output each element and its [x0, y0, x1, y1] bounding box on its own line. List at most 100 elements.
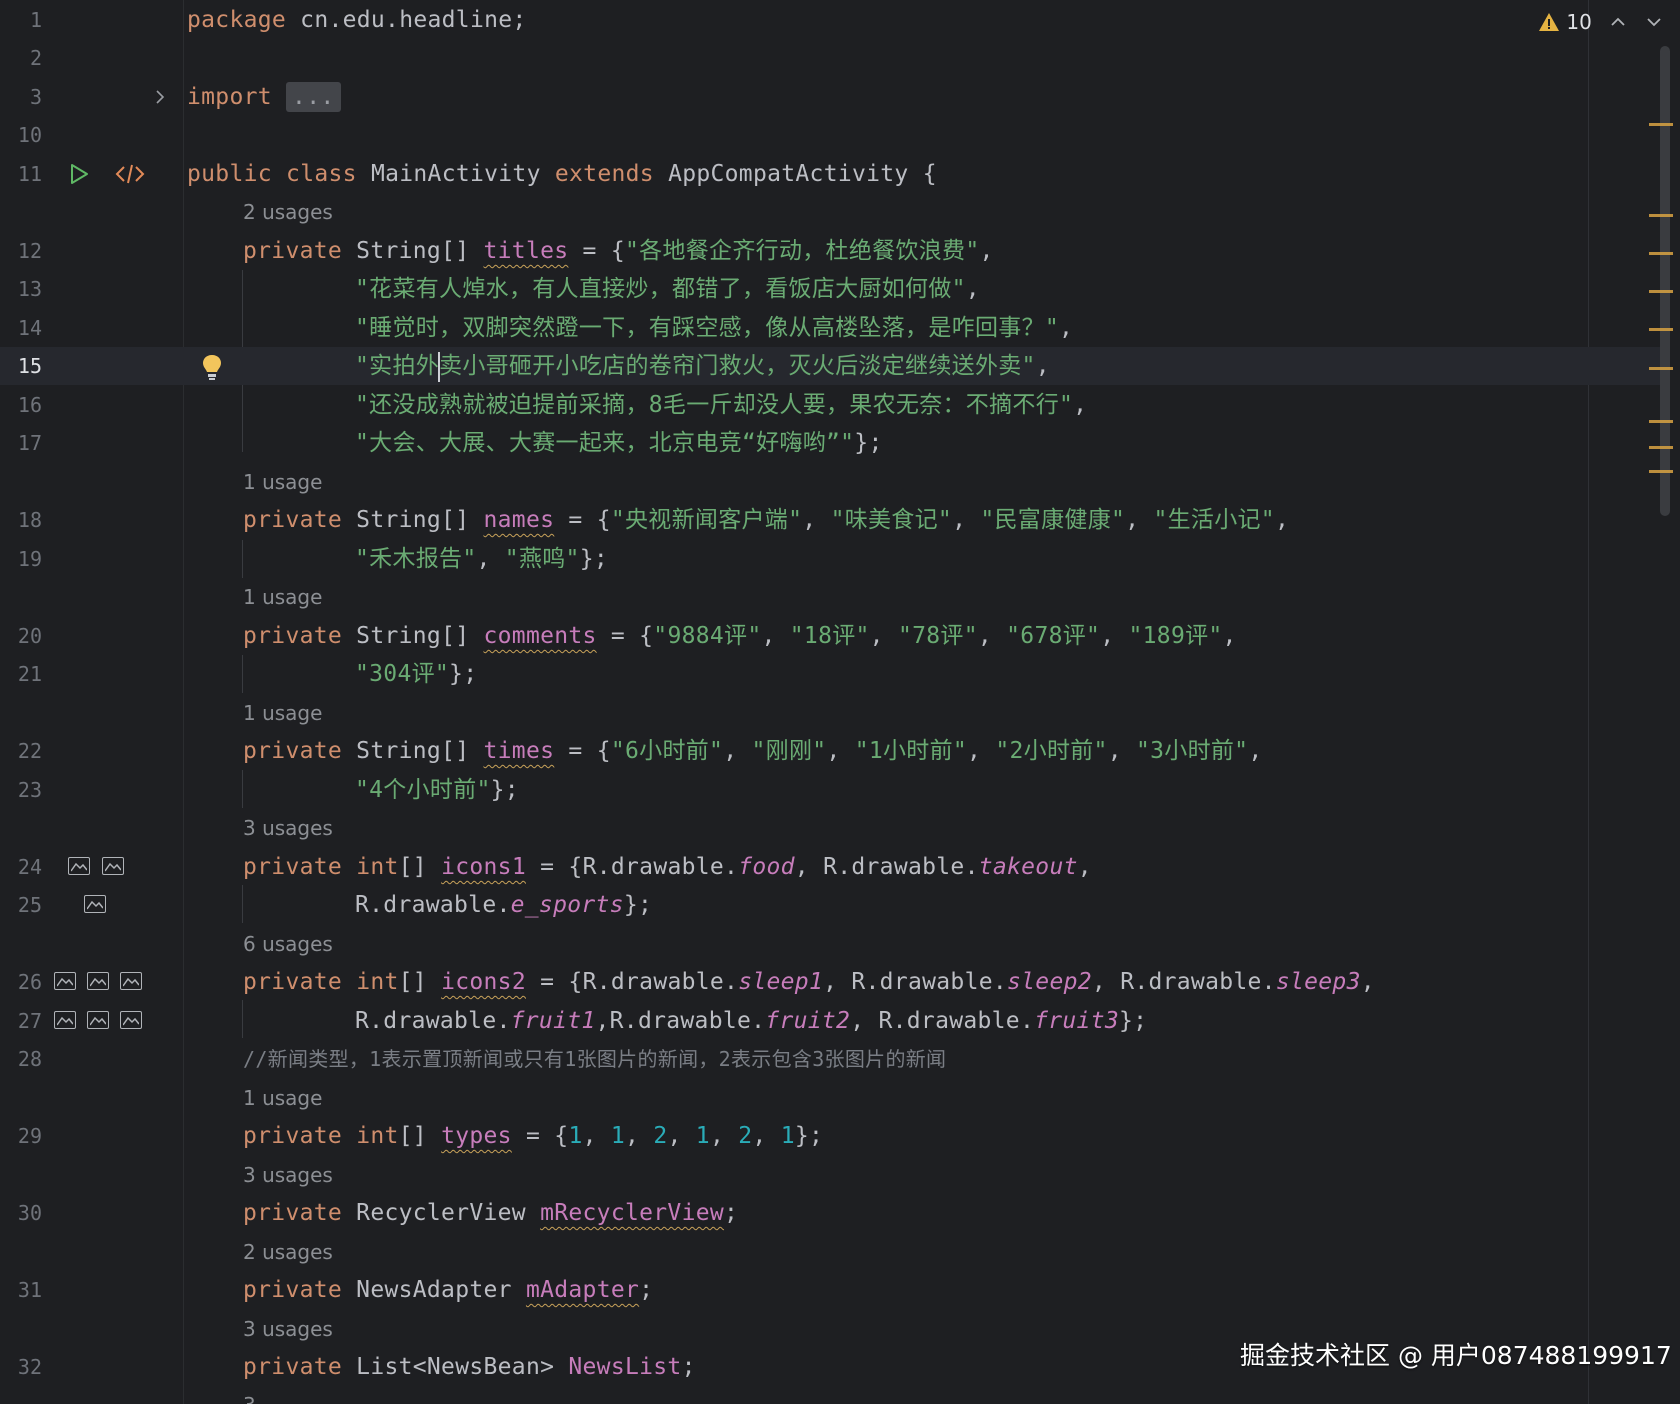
image-resource-icon[interactable] [102, 857, 124, 875]
code-text[interactable]: private String[] times = {"6小时前", "刚刚", … [243, 732, 1262, 770]
punct: }; [490, 777, 519, 803]
warning-marker[interactable] [1649, 214, 1673, 217]
code-line-current[interactable]: 15 "实拍外卖小哥砸开小吃店的卷帘门救火，灭火后淡定继续送外卖", [0, 347, 1660, 385]
static-field: sleep2 [1007, 969, 1092, 995]
code-text[interactable]: package cn.edu.headline; [187, 1, 527, 39]
lightbulb-icon[interactable] [201, 353, 223, 381]
warning-marker[interactable] [1649, 252, 1673, 255]
inspection-widget[interactable]: 10 [1538, 8, 1592, 36]
code-line[interactable]: 23 "4个小时前"}; [0, 771, 1660, 809]
code-text[interactable]: "304评"}; [355, 655, 477, 693]
image-resource-icon[interactable] [54, 972, 76, 990]
warning-marker[interactable] [1649, 328, 1673, 331]
chevron-down-icon[interactable] [1642, 10, 1666, 34]
image-resource-icon[interactable] [84, 895, 106, 913]
code-line[interactable]: 21 "304评"}; [0, 655, 1660, 693]
usage-hint[interactable]: 3 usages [243, 809, 333, 847]
code-text[interactable]: "4个小时前"}; [355, 771, 519, 809]
chevron-up-icon[interactable] [1606, 10, 1630, 34]
warning-marker[interactable] [1649, 420, 1673, 423]
image-resource-icon[interactable] [87, 1011, 109, 1029]
code-text[interactable]: R.drawable.fruit1,R.drawable.fruit2, R.d… [355, 1002, 1147, 1040]
code-text[interactable]: private int[] types = {1, 1, 2, 1, 2, 1}… [243, 1117, 823, 1155]
code-text[interactable]: private List<NewsBean> NewsList; [243, 1348, 696, 1386]
code-text[interactable]: private int[] icons2 = {R.drawable.sleep… [243, 963, 1375, 1001]
code-line[interactable]: 11 public class MainActivity extends App… [0, 155, 1660, 193]
code-editor[interactable]: 1 package cn.edu.headline; 2 3 import ..… [0, 0, 1680, 1404]
field-name: names [483, 507, 555, 533]
usage-hint[interactable]: 1 usage [243, 578, 322, 616]
code-text[interactable]: private String[] titles = {"各地餐企齐行动，杜绝餐饮… [243, 232, 994, 270]
code-line[interactable]: 24 private int[] icons1 = {R.drawable.fo… [0, 848, 1660, 886]
warning-marker[interactable] [1649, 123, 1673, 126]
image-resource-icon[interactable] [68, 857, 90, 875]
image-resource-icon[interactable] [54, 1011, 76, 1029]
line-number: 12 [17, 239, 42, 263]
code-text[interactable]: private String[] names = {"央视新闻客户端", "味美… [243, 501, 1289, 539]
code-line[interactable]: 19 "禾木报告", "燕鸣"}; [0, 540, 1660, 578]
code-text[interactable]: "花菜有人焯水，有人直接炒，都错了，看饭店大厨如何做", [355, 270, 980, 308]
warning-marker[interactable] [1649, 470, 1673, 473]
code-line[interactable]: 27 R.drawable.fruit1,R.drawable.fruit2, … [0, 1002, 1660, 1040]
warning-marker[interactable] [1649, 290, 1673, 293]
chevron-right-icon[interactable] [152, 89, 168, 105]
image-resource-icon[interactable] [120, 972, 142, 990]
code-line[interactable]: 13 "花菜有人焯水，有人直接炒，都错了，看饭店大厨如何做", [0, 270, 1660, 308]
code-text[interactable]: "大会、大展、大赛一起来，北京电竞“好嗨哟”"}; [355, 424, 883, 462]
run-icon[interactable] [67, 162, 91, 186]
usage-hint[interactable]: 1 usage [243, 463, 322, 501]
code-line[interactable]: 18 private String[] names = {"央视新闻客户端", … [0, 501, 1660, 539]
code-line[interactable]: 28 //新闻类型，1表示置顶新闻或只有1张图片的新闻，2表示包含3张图片的新闻 [0, 1040, 1660, 1078]
warning-marker[interactable] [1649, 367, 1673, 370]
code-line[interactable]: 16 "还没成熟就被迫提前采摘，8毛一斤却没人要，果农无奈：不摘不行", [0, 386, 1660, 424]
class-ref: ,R.drawable. [595, 1008, 766, 1034]
code-text[interactable]: private RecyclerView mRecyclerView; [243, 1194, 738, 1232]
usage-hint[interactable]: 1 usage [243, 1079, 322, 1117]
code-line[interactable]: 1 package cn.edu.headline; [0, 1, 1660, 39]
code-text[interactable]: public class MainActivity extends AppCom… [187, 155, 937, 193]
code-line[interactable]: 10 [0, 116, 1660, 154]
code-line[interactable]: 26 private int[] icons2 = {R.drawable.sl… [0, 963, 1660, 1001]
code-line[interactable]: 22 private String[] times = {"6小时前", "刚刚… [0, 732, 1660, 770]
usage-hint[interactable]: 1 usage [243, 694, 322, 732]
code-line[interactable]: 30 private RecyclerView mRecyclerView; [0, 1194, 1660, 1232]
punct: ; [639, 1277, 654, 1303]
string-literal: "78评" [897, 623, 978, 649]
image-resource-icon[interactable] [120, 1011, 142, 1029]
usage-hint[interactable]: 3 usages [243, 1156, 333, 1194]
string-literal: "678评" [1006, 623, 1101, 649]
code-text[interactable]: private int[] icons1 = {R.drawable.food,… [243, 848, 1092, 886]
warning-marker[interactable] [1649, 446, 1673, 449]
usage-hint[interactable]: 2 usages [243, 193, 333, 231]
usage-hint[interactable]: 3 [243, 1386, 256, 1404]
code-text[interactable]: R.drawable.e_sports}; [355, 886, 652, 924]
code-text[interactable]: "实拍外卖小哥砸开小吃店的卷帘门救火，灭火后淡定继续送外卖", [355, 347, 1050, 385]
code-line[interactable]: 3 import ... [0, 78, 1660, 116]
folded-imports[interactable]: ... [286, 82, 341, 112]
code-text[interactable]: "睡觉时，双脚突然蹬一下，有踩空感，像从高楼坠落，是咋回事？", [355, 309, 1073, 347]
line-number: 21 [17, 662, 42, 686]
code-text[interactable]: private NewsAdapter mAdapter; [243, 1271, 653, 1309]
code-line[interactable]: 2 [0, 39, 1660, 77]
code-line[interactable]: 31 private NewsAdapter mAdapter; [0, 1271, 1660, 1309]
code-line[interactable]: 29 private int[] types = {1, 1, 2, 1, 2,… [0, 1117, 1660, 1155]
line-number: 22 [17, 739, 42, 763]
code-line[interactable]: 25 R.drawable.e_sports}; [0, 886, 1660, 924]
code-comment[interactable]: //新闻类型，1表示置顶新闻或只有1张图片的新闻，2表示包含3张图片的新闻 [243, 1040, 946, 1078]
code-line[interactable]: 14 "睡觉时，双脚突然蹬一下，有踩空感，像从高楼坠落，是咋回事？", [0, 309, 1660, 347]
keyword: private [243, 1277, 343, 1303]
code-line[interactable]: 20 private String[] comments = {"9884评",… [0, 617, 1660, 655]
code-line[interactable]: 17 "大会、大展、大赛一起来，北京电竞“好嗨哟”"}; [0, 424, 1660, 462]
code-text[interactable]: "还没成熟就被迫提前采摘，8毛一斤却没人要，果农无奈：不摘不行", [355, 386, 1087, 424]
keyword: import [187, 84, 272, 110]
image-resource-icon[interactable] [87, 972, 109, 990]
code-text[interactable]: "禾木报告", "燕鸣"}; [355, 540, 608, 578]
code-tag-icon[interactable] [115, 162, 145, 186]
line-number: 23 [17, 778, 42, 802]
code-line[interactable]: 12 private String[] titles = {"各地餐企齐行动，杜… [0, 232, 1660, 270]
usage-hint[interactable]: 3 usages [243, 1310, 333, 1348]
usage-hint[interactable]: 2 usages [243, 1233, 333, 1271]
usage-hint[interactable]: 6 usages [243, 925, 333, 963]
code-text[interactable]: private String[] comments = {"9884评", "1… [243, 617, 1237, 655]
code-text[interactable]: import ... [187, 78, 341, 116]
